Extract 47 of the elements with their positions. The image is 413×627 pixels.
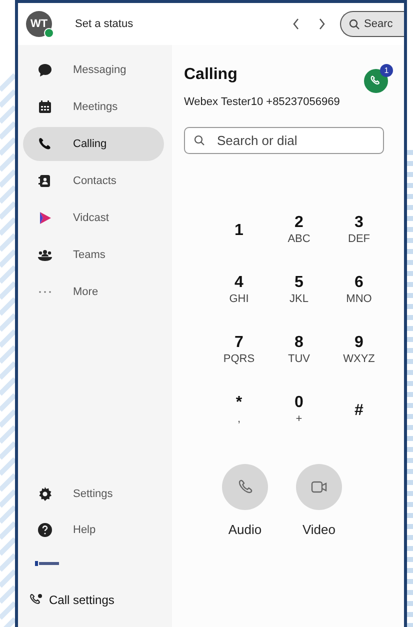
calendar-icon	[37, 99, 53, 115]
back-icon[interactable]	[292, 18, 300, 30]
people-icon	[37, 247, 53, 263]
contact-book-icon	[37, 173, 53, 189]
sidebar-item[interactable]: Settings	[23, 477, 164, 511]
dial-key[interactable]: 1	[209, 208, 269, 254]
search-icon	[349, 18, 360, 30]
dial-key[interactable]: 3 DEF	[329, 208, 389, 254]
sidebar-item[interactable]: Vidcast	[23, 201, 164, 235]
sidebar-item[interactable]: More	[23, 275, 164, 309]
dial-key[interactable]: 0 +	[269, 388, 329, 434]
help-icon	[37, 522, 53, 538]
dial-key[interactable]: 4 GHI	[209, 268, 269, 314]
dial-key[interactable]: 9 WXYZ	[329, 328, 389, 374]
play-icon	[37, 210, 53, 226]
sidebar-item[interactable]: Messaging	[23, 53, 164, 87]
sidebar-item[interactable]: Teams	[23, 238, 164, 272]
line-info: Webex Tester10 +85237056969	[184, 95, 341, 110]
search-label: Searc	[364, 16, 393, 32]
user-avatar[interactable]: WT	[26, 11, 52, 37]
dial-key[interactable]: 8 TUV	[269, 328, 329, 374]
sidebar-item[interactable]: Help	[23, 513, 164, 547]
dial-key[interactable]: 2 ABC	[269, 208, 329, 254]
phone-icon	[236, 478, 254, 496]
search-field[interactable]: Searc	[340, 11, 404, 37]
forward-icon[interactable]	[318, 18, 326, 30]
dial-key[interactable]: 5 JKL	[269, 268, 329, 314]
search-field[interactable]: Search or dial	[184, 126, 384, 154]
phone-icon	[37, 136, 53, 152]
settings-icon	[37, 486, 53, 502]
sidebar-item[interactable]: Calling	[23, 127, 164, 161]
search-icon	[194, 134, 205, 146]
dial-key[interactable]: * ,	[209, 388, 269, 434]
phone-gear-icon	[29, 593, 43, 607]
dial-key[interactable]: 6 MNO	[329, 268, 389, 314]
call-settings-link[interactable]: Call settings	[49, 591, 114, 609]
notification-badge: 1	[380, 64, 393, 77]
company-logo-icon	[35, 561, 59, 567]
phone-icon	[370, 75, 382, 87]
sidebar-item[interactable]: Contacts	[23, 164, 164, 198]
sidebar-item[interactable]: Meetings	[23, 90, 164, 124]
chat-bubble-icon	[37, 62, 53, 78]
dial-key[interactable]: #	[329, 388, 389, 434]
calling-title: Calling	[184, 65, 238, 85]
dial-key[interactable]: 7 PQRS	[209, 328, 269, 374]
call-history-button[interactable]	[364, 69, 388, 93]
status-prompt[interactable]: Set a status	[75, 16, 134, 32]
